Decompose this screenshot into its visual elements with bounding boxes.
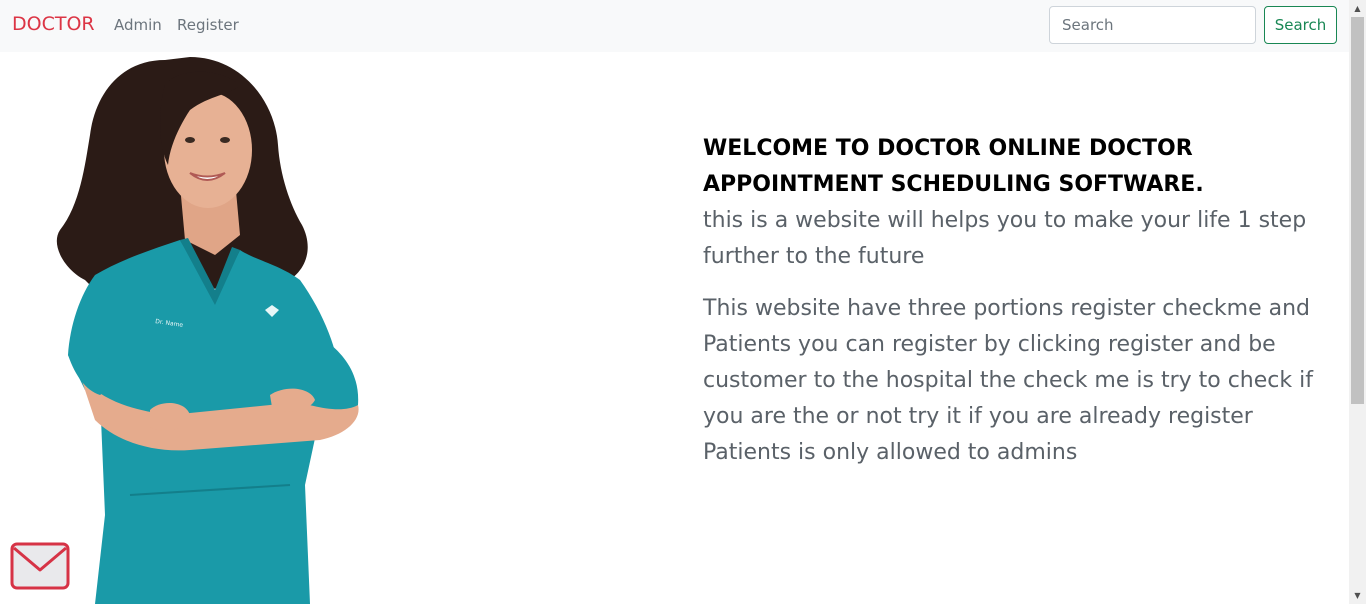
scroll-up-icon[interactable]: ▲ — [1349, 0, 1366, 17]
nav-link-register[interactable]: Register — [177, 16, 239, 34]
scroll-thumb[interactable] — [1351, 17, 1364, 404]
page: DOCTOR Admin Register Search Dr. Name — [0, 0, 1366, 604]
navbar: DOCTOR Admin Register Search — [0, 0, 1349, 52]
welcome-tagline: this is a website will helps you to make… — [703, 208, 1307, 269]
doctor-image: Dr. Name — [56, 57, 359, 604]
welcome-description: This website have three portions registe… — [703, 296, 1313, 465]
mail-icon[interactable] — [10, 542, 70, 590]
nav-link-admin[interactable]: Admin — [114, 16, 162, 34]
search-input[interactable] — [1049, 6, 1256, 44]
welcome-headline: WELCOME TO DOCTOR ONLINE DOCTOR APPOINTM… — [703, 136, 1204, 197]
brand-link[interactable]: DOCTOR — [12, 13, 95, 35]
page-scrollbar[interactable]: ▲ ▼ — [1349, 0, 1366, 604]
search-button[interactable]: Search — [1264, 6, 1337, 44]
scroll-down-icon[interactable]: ▼ — [1349, 587, 1366, 604]
welcome-section: WELCOME TO DOCTOR ONLINE DOCTOR APPOINTM… — [703, 131, 1333, 471]
